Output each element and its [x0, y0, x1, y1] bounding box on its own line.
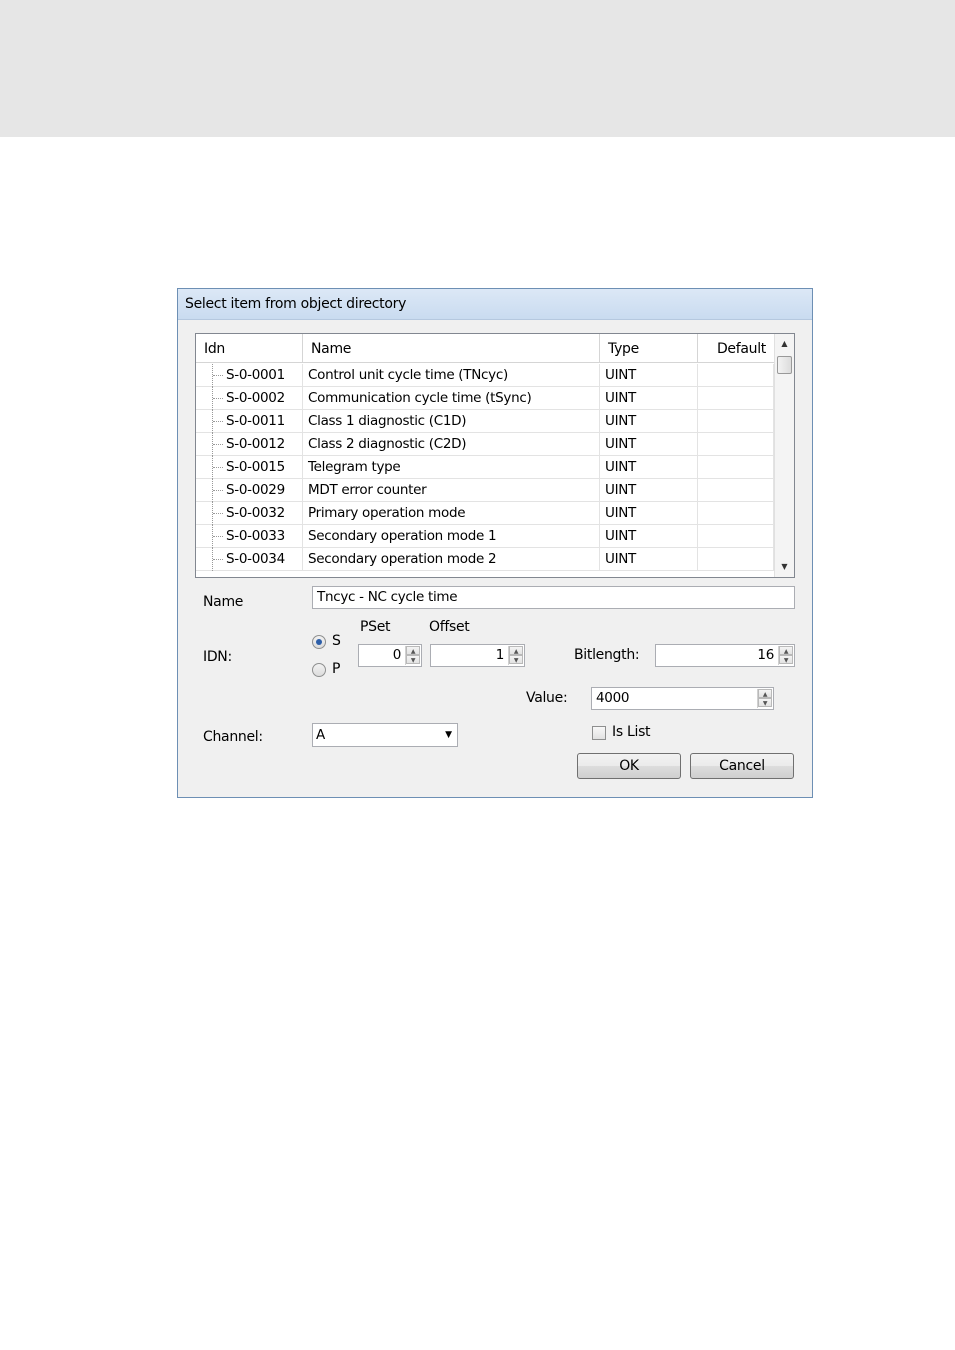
- table-row[interactable]: S-0-0012 Class 2 diagnostic (C2D) UINT: [196, 433, 774, 456]
- scroll-thumb[interactable]: [777, 356, 792, 374]
- value-value: 4000: [596, 690, 630, 706]
- cell-idn: S-0-0033: [196, 525, 303, 548]
- table-row[interactable]: S-0-0029 MDT error counter UINT: [196, 479, 774, 502]
- pset-down-icon[interactable]: ▼: [406, 655, 420, 664]
- object-directory-grid[interactable]: Idn Name Type Default S-0-0001 Control un…: [195, 333, 795, 578]
- table-row[interactable]: S-0-0011 Class 1 diagnostic (C1D) UINT: [196, 410, 774, 433]
- cell-default: [698, 433, 774, 456]
- grid-bottom-edge: [196, 571, 774, 577]
- cell-type: UINT: [600, 456, 698, 479]
- cell-default: [698, 364, 774, 387]
- cell-idn: S-0-0015: [196, 456, 303, 479]
- name-field[interactable]: Tncyc - NC cycle time: [312, 586, 795, 609]
- cell-default: [698, 456, 774, 479]
- cell-name: Secondary operation mode 2: [303, 548, 600, 571]
- cell-type: UINT: [600, 410, 698, 433]
- table-row[interactable]: S-0-0001 Control unit cycle time (TNcyc) U…: [196, 364, 774, 387]
- column-header-name[interactable]: Name: [303, 334, 600, 363]
- table-row[interactable]: S-0-0015 Telegram type UINT: [196, 456, 774, 479]
- cell-default: [698, 479, 774, 502]
- channel-select[interactable]: A ▼: [312, 723, 458, 747]
- pset-stepper[interactable]: 0 ▲ ▼: [358, 644, 422, 667]
- offset-down-icon[interactable]: ▼: [509, 655, 523, 664]
- is-list-checkbox[interactable]: [592, 726, 606, 740]
- cell-name: Control unit cycle time (TNcyc): [303, 364, 600, 387]
- grid-vertical-scrollbar[interactable]: ▲ ▼: [774, 334, 794, 577]
- cell-type: UINT: [600, 548, 698, 571]
- cell-type: UINT: [600, 433, 698, 456]
- cell-type: UINT: [600, 502, 698, 525]
- name-label: Name: [203, 594, 244, 610]
- value-up-icon[interactable]: ▲: [758, 689, 772, 698]
- bitlength-up-icon[interactable]: ▲: [779, 646, 793, 655]
- pset-up-icon[interactable]: ▲: [406, 646, 420, 655]
- pset-spinner[interactable]: ▲ ▼: [405, 646, 420, 665]
- cell-idn: S-0-0011: [196, 410, 303, 433]
- value-spinner[interactable]: ▲ ▼: [757, 689, 772, 708]
- bitlength-stepper[interactable]: 16 ▲ ▼: [655, 644, 795, 667]
- cell-idn: S-0-0034: [196, 548, 303, 571]
- pset-value: 0: [392, 647, 402, 663]
- cell-name: Communication cycle time (tSync): [303, 387, 600, 410]
- column-header-type[interactable]: Type: [600, 334, 698, 363]
- table-row[interactable]: S-0-0033 Secondary operation mode 1 UINT: [196, 525, 774, 548]
- offset-up-icon[interactable]: ▲: [509, 646, 523, 655]
- offset-value: 1: [495, 647, 505, 663]
- offset-spinner[interactable]: ▲ ▼: [508, 646, 523, 665]
- cell-default: [698, 410, 774, 433]
- column-header-idn[interactable]: Idn: [196, 334, 303, 363]
- cell-idn: S-0-0002: [196, 387, 303, 410]
- value-stepper[interactable]: 4000 ▲ ▼: [591, 687, 774, 710]
- cell-default: [698, 525, 774, 548]
- pset-label: PSet: [360, 619, 391, 635]
- cell-name: Class 2 diagnostic (C2D): [303, 433, 600, 456]
- bitlength-down-icon[interactable]: ▼: [779, 655, 793, 664]
- radio-s-label[interactable]: S: [332, 633, 341, 649]
- cell-name: Class 1 diagnostic (C1D): [303, 410, 600, 433]
- grid-header: Idn Name Type Default: [196, 334, 774, 363]
- cell-idn: S-0-0001: [196, 364, 303, 387]
- channel-label: Channel:: [203, 729, 263, 745]
- offset-label: Offset: [429, 619, 470, 635]
- cell-default: [698, 548, 774, 571]
- cell-idn: S-0-0012: [196, 433, 303, 456]
- radio-p-label[interactable]: P: [332, 661, 340, 677]
- cell-name: Telegram type: [303, 456, 600, 479]
- ok-button[interactable]: OK: [577, 753, 681, 779]
- cell-type: UINT: [600, 387, 698, 410]
- cancel-button[interactable]: Cancel: [690, 753, 794, 779]
- bitlength-value: 16: [757, 647, 774, 663]
- bitlength-label: Bitlength:: [574, 647, 640, 663]
- is-list-label[interactable]: Is List: [612, 724, 651, 740]
- scroll-up-arrow-icon[interactable]: ▲: [775, 334, 794, 354]
- radio-s[interactable]: [312, 635, 326, 649]
- page-header-band: [0, 0, 955, 137]
- table-row[interactable]: S-0-0032 Primary operation mode UINT: [196, 502, 774, 525]
- cell-type: UINT: [600, 364, 698, 387]
- cell-name: Primary operation mode: [303, 502, 600, 525]
- select-item-dialog: Select item from object directory Idn Na…: [177, 288, 813, 798]
- cell-idn: S-0-0032: [196, 502, 303, 525]
- table-row[interactable]: S-0-0002 Communication cycle time (tSync)…: [196, 387, 774, 410]
- radio-p[interactable]: [312, 663, 326, 677]
- chevron-down-icon[interactable]: ▼: [445, 724, 452, 746]
- cell-name: Secondary operation mode 1: [303, 525, 600, 548]
- column-header-default[interactable]: Default: [698, 334, 774, 363]
- idn-label: IDN:: [203, 649, 232, 665]
- cell-default: [698, 502, 774, 525]
- table-row[interactable]: S-0-0034 Secondary operation mode 2 UINT: [196, 548, 774, 571]
- cell-type: UINT: [600, 525, 698, 548]
- channel-value: A: [316, 727, 326, 743]
- cell-type: UINT: [600, 479, 698, 502]
- bitlength-spinner[interactable]: ▲ ▼: [778, 646, 793, 665]
- scroll-down-arrow-icon[interactable]: ▼: [775, 557, 794, 577]
- cell-idn: S-0-0029: [196, 479, 303, 502]
- cell-name: MDT error counter: [303, 479, 600, 502]
- cell-default: [698, 387, 774, 410]
- value-down-icon[interactable]: ▼: [758, 698, 772, 707]
- dialog-titlebar[interactable]: Select item from object directory: [178, 289, 812, 320]
- offset-stepper[interactable]: 1 ▲ ▼: [430, 644, 525, 667]
- value-label: Value:: [526, 690, 568, 706]
- dialog-title: Select item from object directory: [185, 296, 407, 312]
